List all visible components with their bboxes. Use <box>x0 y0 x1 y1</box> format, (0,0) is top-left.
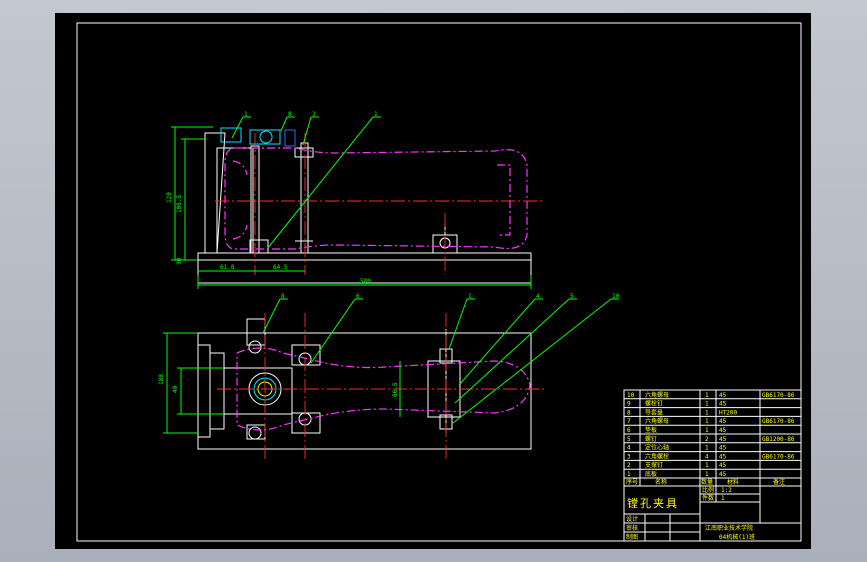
bom-header-std: 备注 <box>773 478 785 486</box>
title-block-school: 江南职业技术学院 <box>705 524 753 532</box>
dim-top-view-slot: 86.5 <box>392 382 399 397</box>
bom-cell-name: 六角螺母 <box>645 391 669 399</box>
bom-cell-qty: 1 <box>705 445 709 452</box>
title-block: 镗孔夹具 比例 1:2 件数 1 设计 审核 制图 江南职业技术学院 04机械(… <box>624 486 801 541</box>
bom-cell-material: 45 <box>719 401 727 408</box>
leader-label-2: 8 <box>288 111 292 118</box>
bom-cell-material: 45 <box>719 471 727 478</box>
dim-front-height-total: 120 <box>166 192 173 203</box>
bom-cell-name: 垫板 <box>645 426 657 434</box>
title-block-title: 镗孔夹具 <box>627 496 679 510</box>
title-block-scale: 1:2 <box>721 487 732 494</box>
bom-cell-material: HT200 <box>719 409 737 416</box>
bom-cell-material: 45 <box>719 392 727 399</box>
title-block-scale-label: 比例 <box>702 486 714 494</box>
bom-cell-qty: 4 <box>705 453 709 460</box>
dim-left-offset: 61.8 <box>220 264 235 271</box>
bom-cell-name: 底板 <box>645 470 657 478</box>
bom-cell-material: 45 <box>719 427 727 434</box>
bom-cell-std: GB1200-86 <box>762 436 795 443</box>
dim-top-view-inner: 40 <box>172 385 179 393</box>
bom-cell-material: 45 <box>719 462 727 469</box>
bom-cell-std: GB6170-86 <box>762 418 795 425</box>
bom-cell-name: 螺栓钉 <box>645 400 663 408</box>
bom-cell-no: 3 <box>627 453 631 460</box>
top-view: 180 40 86.5 8 6 1 4 5 10 <box>158 293 620 461</box>
bom-cell-no: 8 <box>627 409 631 416</box>
drawing-canvas: 120 106.5 30 61.8 64.5 580 1 8 3 1 180 4… <box>55 13 811 549</box>
bom-header-name: 名称 <box>655 478 667 486</box>
leader-label-9: 5 <box>570 293 574 300</box>
bom-cell-qty: 1 <box>705 418 709 425</box>
bom-cell-no: 1 <box>627 471 631 478</box>
bom-cell-qty: 1 <box>705 392 709 399</box>
bom-cell-name: 六角螺母 <box>645 417 669 425</box>
bom-cell-no: 2 <box>627 462 631 469</box>
title-block-checker-label: 审核 <box>626 524 638 532</box>
leader-label-3: 3 <box>312 111 316 118</box>
bom-cell-name: 六角螺栓 <box>645 452 669 460</box>
bom-cell-qty: 1 <box>705 401 709 408</box>
bom-cell-no: 9 <box>627 401 631 408</box>
bom-cell-qty: 1 <box>705 427 709 434</box>
bom-cell-no: 4 <box>627 445 631 452</box>
bom-cell-name: 支撑钉 <box>645 461 663 469</box>
bom-cell-std: GB6170-86 <box>762 392 795 399</box>
leader-label-4: 1 <box>374 111 378 118</box>
title-block-drawer-label: 制图 <box>626 533 638 541</box>
bom-cell-no: 7 <box>627 418 631 425</box>
bom-header-material: 材料 <box>727 478 739 486</box>
leader-label-7: 1 <box>468 293 472 300</box>
bom-cell-no: 10 <box>627 392 635 399</box>
bom-cell-name: 螺钉 <box>645 435 657 443</box>
bom-cell-name: 导套盘 <box>645 408 663 416</box>
bom-cell-qty: 1 <box>705 471 709 478</box>
bom-cell-material: 45 <box>719 453 727 460</box>
bom-cell-qty: 2 <box>705 436 709 443</box>
title-block-sheet: 1 <box>721 495 725 502</box>
bom-header-no: 序号 <box>626 478 638 486</box>
dim-mid-offset: 64.5 <box>273 264 288 271</box>
title-block-sheet-label: 件数 <box>702 494 714 502</box>
bom-cell-no: 6 <box>627 427 631 434</box>
bom-cell-name: 定位心轴 <box>645 444 669 452</box>
bom-cell-no: 5 <box>627 436 631 443</box>
dim-overall-length: 580 <box>360 278 371 285</box>
dim-base-thickness: 30 <box>176 257 183 265</box>
bom-cell-qty: 1 <box>705 462 709 469</box>
dim-top-view-height: 180 <box>158 374 165 385</box>
bom-header-qty: 数量 <box>701 478 713 486</box>
drawing-border <box>76 22 802 542</box>
front-view: 120 106.5 30 61.8 64.5 580 1 8 3 1 <box>166 111 545 289</box>
bom-cell-qty: 1 <box>705 409 709 416</box>
leader-label-5: 8 <box>281 293 285 300</box>
parts-list: 10 六角螺母 1 45 GB6170-869 螺栓钉 1 458 导套盘 1 HT2007 六角螺母… <box>623 389 802 542</box>
bom-cell-std: GB6170-86 <box>762 453 795 460</box>
dim-front-height-inner: 106.5 <box>176 195 183 213</box>
leader-label-8: 4 <box>536 293 540 300</box>
bom-cell-material: 45 <box>719 436 727 443</box>
bom-cell-material: 45 <box>719 418 727 425</box>
leader-label-1: 1 <box>244 111 248 118</box>
leader-label-6: 6 <box>356 293 360 300</box>
leader-label-10: 10 <box>612 293 620 300</box>
cad-drawing: 120 106.5 30 61.8 64.5 580 1 8 3 1 180 4… <box>76 22 802 542</box>
bom-cell-material: 45 <box>719 445 727 452</box>
title-block-class: 04机械(1)班 <box>719 533 755 541</box>
title-block-designer-label: 设计 <box>626 515 638 523</box>
